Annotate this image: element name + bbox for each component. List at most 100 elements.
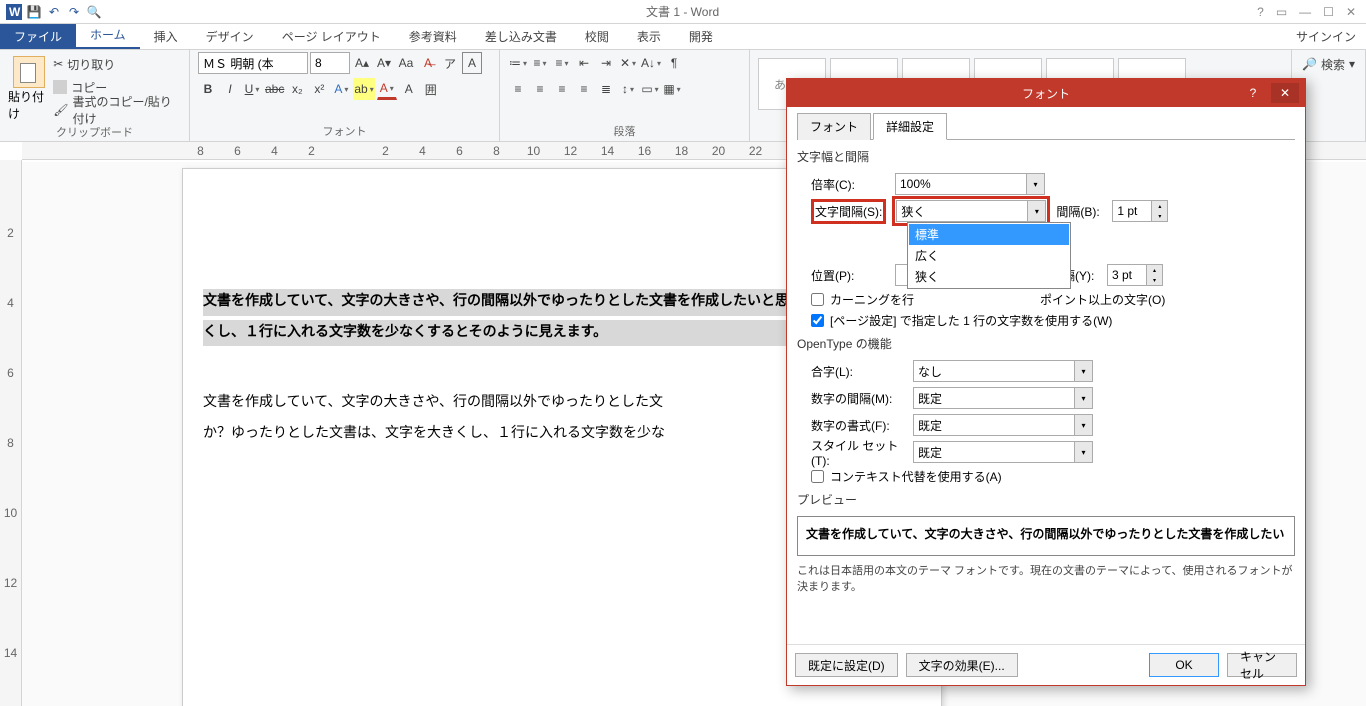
multilevel-button[interactable]: ≡ bbox=[552, 52, 572, 74]
minimize-icon[interactable]: — bbox=[1299, 5, 1311, 19]
use-grid-checkbox[interactable]: [ページ設定] で指定した 1 行の文字数を使用する(W) bbox=[811, 312, 1295, 329]
shrink-font-button[interactable]: A▾ bbox=[374, 52, 394, 74]
font-name-combo[interactable]: ＭＳ 明朝 (本 bbox=[198, 52, 308, 74]
save-icon[interactable]: 💾 bbox=[26, 4, 42, 20]
font-color-button[interactable]: A bbox=[377, 78, 397, 100]
help-icon[interactable]: ? bbox=[1257, 5, 1264, 19]
kerning-checkbox[interactable]: カーニングを行ポイント以上の文字(O) bbox=[811, 291, 1295, 308]
spacing-option-standard[interactable]: 標準 bbox=[909, 224, 1069, 245]
asian-layout-button[interactable]: ✕ bbox=[618, 52, 638, 74]
tab-view[interactable]: 表示 bbox=[623, 24, 675, 49]
highlight-button[interactable]: ab bbox=[353, 78, 374, 100]
spacing-label: 文字間隔(S): bbox=[815, 205, 882, 219]
dialog-tab-font[interactable]: フォント bbox=[797, 113, 871, 140]
dialog-help-button[interactable]: ? bbox=[1241, 83, 1265, 103]
justify-button[interactable]: ≡ bbox=[574, 78, 594, 100]
enclose-char-button[interactable]: A bbox=[462, 52, 482, 74]
line-spacing-button[interactable]: ↕ bbox=[618, 78, 638, 100]
stylistic-sets-select[interactable]: 既定▾ bbox=[913, 441, 1093, 463]
underline-button[interactable]: U bbox=[242, 78, 262, 100]
align-left-button[interactable]: ≡ bbox=[508, 78, 528, 100]
brush-icon: 🖌 bbox=[53, 103, 68, 117]
tab-developer[interactable]: 開発 bbox=[675, 24, 727, 49]
vertical-ruler[interactable]: 2468101214 bbox=[0, 160, 22, 706]
char-shading-button[interactable]: A bbox=[399, 78, 419, 100]
contextual-alt-checkbox[interactable]: コンテキスト代替を使用する(A) bbox=[811, 468, 1295, 485]
copy-icon bbox=[53, 80, 67, 94]
dialog-titlebar[interactable]: フォント ? ✕ bbox=[787, 79, 1305, 107]
close-icon[interactable]: ✕ bbox=[1346, 5, 1356, 19]
subscript-button[interactable]: x₂ bbox=[287, 78, 307, 100]
ok-button[interactable]: OK bbox=[1149, 653, 1219, 677]
tab-mailings[interactable]: 差し込み文書 bbox=[471, 24, 571, 49]
dialog-close-button[interactable]: ✕ bbox=[1271, 83, 1299, 103]
title-bar: W 💾 ↶ ↷ 🔍 文書 1 - Word ? ▭ — ☐ ✕ bbox=[0, 0, 1366, 24]
paste-label: 貼り付け bbox=[8, 88, 49, 122]
signin-link[interactable]: サインイン bbox=[1286, 24, 1366, 49]
set-default-button[interactable]: 既定に設定(D) bbox=[795, 653, 898, 677]
cut-button[interactable]: ✂切り取り bbox=[53, 54, 181, 74]
align-center-button[interactable]: ≡ bbox=[530, 78, 550, 100]
distribute-button[interactable]: ≣ bbox=[596, 78, 616, 100]
undo-icon[interactable]: ↶ bbox=[46, 4, 62, 20]
format-painter-button[interactable]: 🖌書式のコピー/貼り付け bbox=[53, 100, 181, 120]
spacing-by-spinner[interactable]: 1 pt▴▾ bbox=[1112, 200, 1168, 222]
grow-font-button[interactable]: A▴ bbox=[352, 52, 372, 74]
phonetic-button[interactable]: ア bbox=[440, 52, 460, 74]
indent-button[interactable]: ⇥ bbox=[596, 52, 616, 74]
outdent-button[interactable]: ⇤ bbox=[574, 52, 594, 74]
shading-button[interactable]: ▭ bbox=[640, 78, 660, 100]
char-border-button[interactable]: 囲 bbox=[421, 78, 441, 100]
position-by-spinner[interactable]: 3 pt▴▾ bbox=[1107, 264, 1163, 286]
font-size-combo[interactable]: 8 bbox=[310, 52, 350, 74]
bullets-button[interactable]: ≔ bbox=[508, 52, 528, 74]
font-dialog: フォント ? ✕ フォント 詳細設定 文字幅と間隔 倍率(C): 100%▾ 文… bbox=[786, 78, 1306, 686]
preview-icon[interactable]: 🔍 bbox=[86, 4, 102, 20]
redo-icon[interactable]: ↷ bbox=[66, 4, 82, 20]
change-case-button[interactable]: Aa bbox=[396, 52, 416, 74]
cancel-button[interactable]: キャンセル bbox=[1227, 653, 1297, 677]
numbering-button[interactable]: ≡ bbox=[530, 52, 550, 74]
tab-file[interactable]: ファイル bbox=[0, 24, 76, 49]
window-title: 文書 1 - Word bbox=[108, 3, 1257, 20]
scissors-icon: ✂ bbox=[53, 57, 63, 71]
strike-button[interactable]: abc bbox=[264, 78, 285, 100]
italic-button[interactable]: I bbox=[220, 78, 240, 100]
number-forms-label: 数字の書式(F): bbox=[811, 417, 907, 434]
number-spacing-select[interactable]: 既定▾ bbox=[913, 387, 1093, 409]
tab-references[interactable]: 参考資料 bbox=[395, 24, 471, 49]
text-effects-button[interactable]: 文字の効果(E)... bbox=[906, 653, 1018, 677]
align-right-button[interactable]: ≡ bbox=[552, 78, 572, 100]
ligatures-select[interactable]: なし▾ bbox=[913, 360, 1093, 382]
spacing-option-expanded[interactable]: 広く bbox=[909, 245, 1069, 266]
spacing-select[interactable]: 狭く▾ bbox=[896, 200, 1046, 222]
tab-design[interactable]: デザイン bbox=[192, 24, 268, 49]
maximize-icon[interactable]: ☐ bbox=[1323, 5, 1334, 19]
tab-review[interactable]: 校閲 bbox=[571, 24, 623, 49]
chevron-down-icon: ▾ bbox=[1026, 174, 1044, 194]
superscript-button[interactable]: x² bbox=[309, 78, 329, 100]
paste-button[interactable]: 貼り付け bbox=[8, 52, 49, 122]
number-forms-select[interactable]: 既定▾ bbox=[913, 414, 1093, 436]
tab-insert[interactable]: 挿入 bbox=[140, 24, 192, 49]
tab-home[interactable]: ホーム bbox=[76, 22, 140, 49]
paragraph-group-label: 段落 bbox=[508, 121, 741, 141]
sort-button[interactable]: A↓ bbox=[640, 52, 662, 74]
show-marks-button[interactable]: ¶ bbox=[664, 52, 684, 74]
preview-label: プレビュー bbox=[797, 491, 1295, 508]
scale-select[interactable]: 100%▾ bbox=[895, 173, 1045, 195]
ribbon-tabs: ファイル ホーム 挿入 デザイン ページ レイアウト 参考資料 差し込み文書 校… bbox=[0, 24, 1366, 50]
dialog-tab-advanced[interactable]: 詳細設定 bbox=[873, 113, 947, 140]
word-icon: W bbox=[6, 4, 22, 20]
chevron-down-icon: ▾ bbox=[1027, 201, 1045, 221]
preview-box: 文書を作成していて、文字の大きさや、行の間隔以外でゆったりとした文書を作成したい bbox=[797, 516, 1295, 556]
clear-format-button[interactable]: A̶ bbox=[418, 52, 438, 74]
bold-button[interactable]: B bbox=[198, 78, 218, 100]
text-effects-button[interactable]: A bbox=[331, 78, 351, 100]
spacing-option-condensed[interactable]: 狭く bbox=[909, 266, 1069, 287]
find-button[interactable]: 🔎検索 ▾ bbox=[1302, 54, 1355, 74]
spacing-by-label: 間隔(B): bbox=[1056, 203, 1106, 220]
tab-layout[interactable]: ページ レイアウト bbox=[268, 24, 395, 49]
borders-button[interactable]: ▦ bbox=[662, 78, 682, 100]
ribbon-opts-icon[interactable]: ▭ bbox=[1276, 5, 1287, 19]
